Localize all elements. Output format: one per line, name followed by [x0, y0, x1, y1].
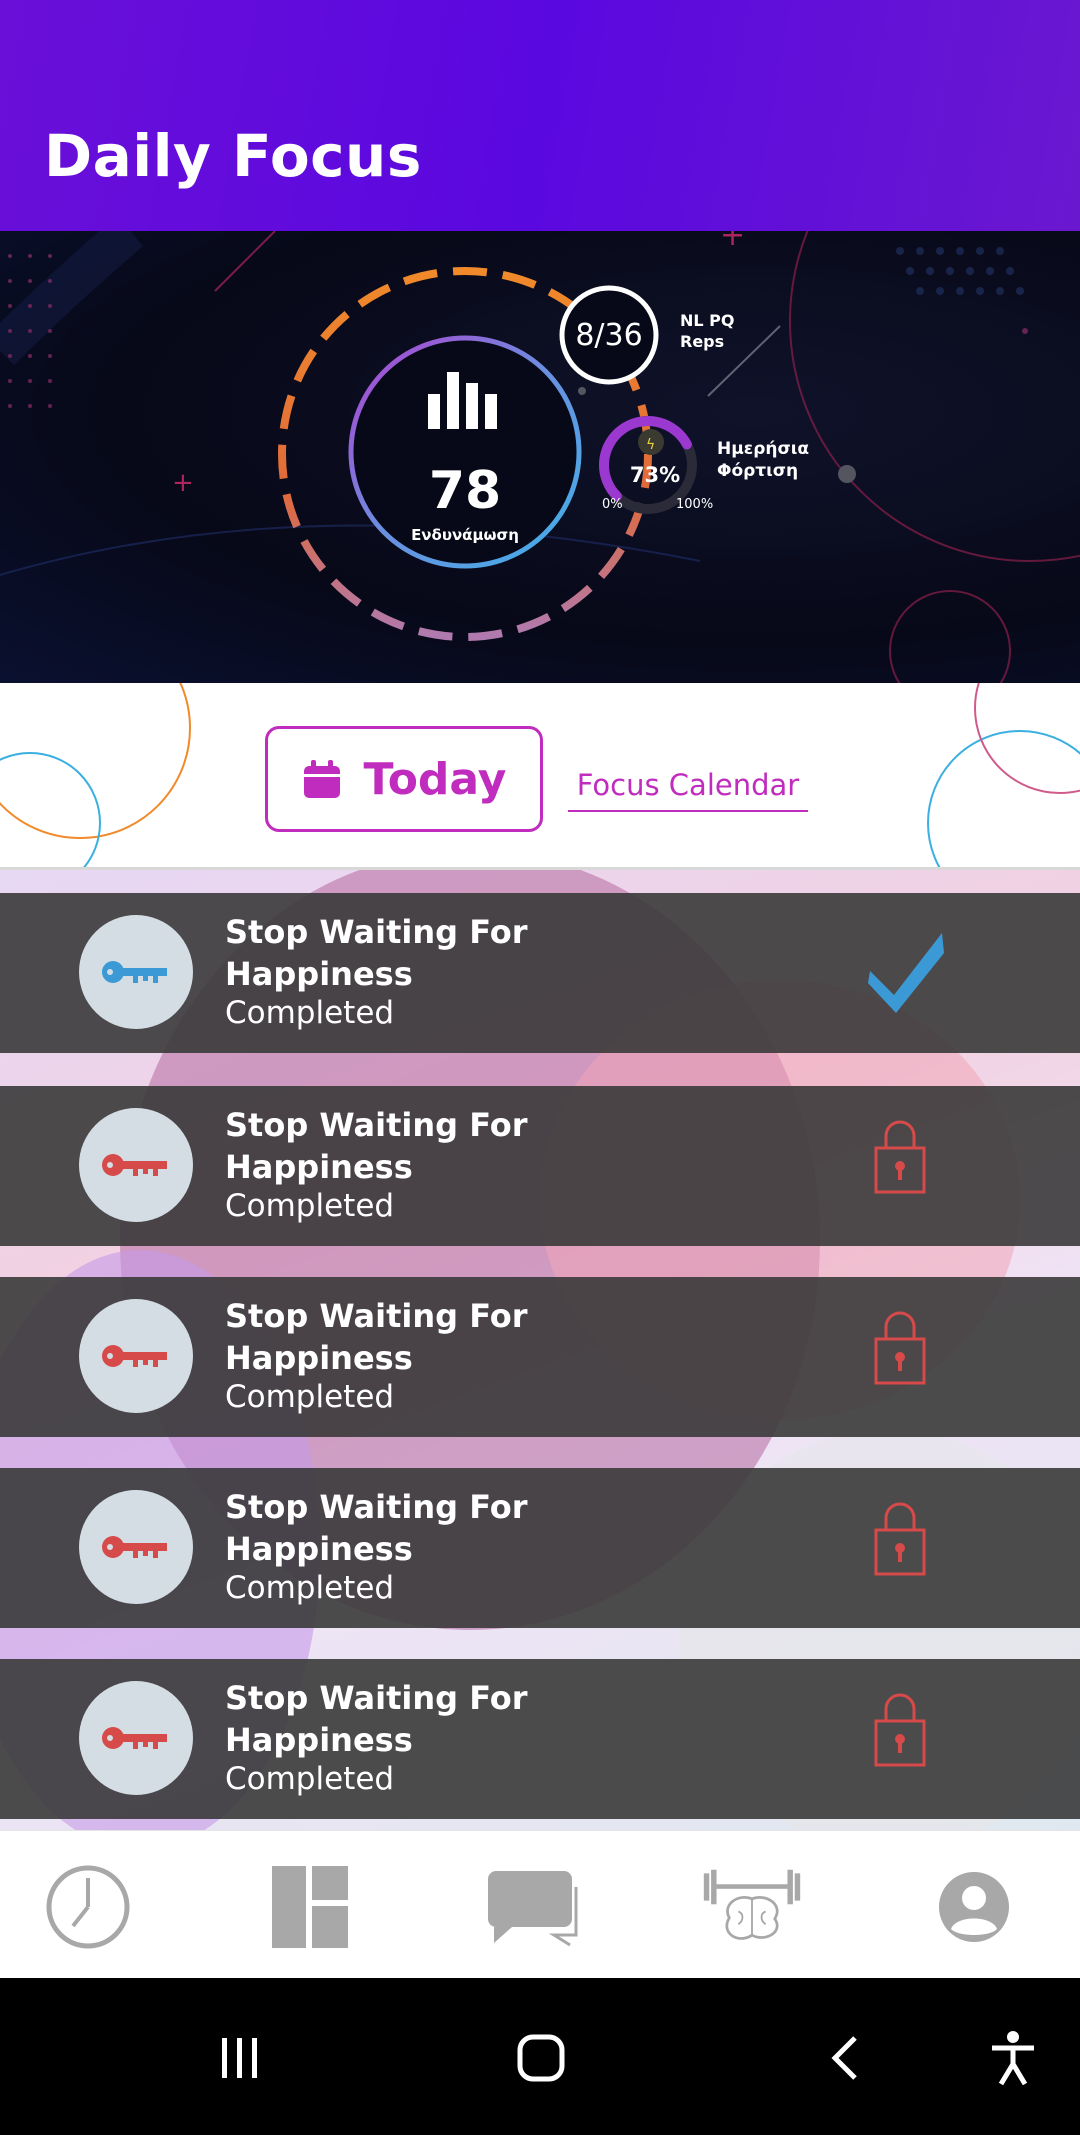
back-button[interactable]	[810, 2028, 880, 2088]
today-label: Today	[363, 753, 507, 805]
load-label-2: Φόρτιση	[717, 461, 799, 481]
item-status: Completed	[225, 995, 395, 1031]
key-badge	[79, 1108, 193, 1222]
key-icon	[102, 1727, 167, 1749]
item-title: Stop Waiting For Happiness	[225, 1679, 528, 1759]
item-status: Completed	[225, 1379, 395, 1415]
item-title: Stop Waiting For Happiness	[225, 1297, 528, 1377]
focus-item[interactable]: Stop Waiting For Happiness Completed	[0, 893, 1080, 1053]
reps-label-2: Reps	[680, 332, 725, 351]
reps-value: 8/36	[575, 318, 643, 353]
nav-chat[interactable]	[482, 1865, 582, 1949]
filter-bar: Today Focus Calendar	[0, 683, 1080, 870]
stats-hero: + + ϟ 78 Ενδυνάμωση 8/36 NL PQ Reps 73% …	[0, 231, 1080, 683]
recent-apps-button[interactable]	[205, 2028, 275, 2088]
key-badge	[79, 1681, 193, 1795]
home-button[interactable]	[506, 2028, 576, 2088]
reps-label-1: NL PQ	[680, 311, 735, 330]
key-icon	[102, 961, 167, 983]
back-icon	[831, 2036, 857, 2080]
strength-label: Ενδυνάμωση	[411, 526, 519, 544]
focus-calendar-link[interactable]: Focus Calendar	[568, 768, 808, 812]
item-title: Stop Waiting For Happiness	[225, 913, 528, 993]
bottom-nav	[0, 1830, 1080, 1978]
home-icon	[517, 2034, 565, 2082]
strength-score: 78	[428, 461, 502, 521]
nav-clock[interactable]	[38, 1865, 138, 1949]
checkmark-icon	[860, 923, 950, 1017]
load-min: 0%	[602, 497, 623, 512]
accessibility-icon	[992, 2031, 1034, 2086]
dashboard-icon	[272, 1866, 348, 1948]
key-icon	[102, 1154, 167, 1176]
item-title: Stop Waiting For Happiness	[225, 1488, 528, 1568]
nav-profile[interactable]	[924, 1865, 1024, 1949]
load-max: 100%	[676, 497, 714, 512]
key-icon	[102, 1536, 167, 1558]
item-status: Completed	[225, 1570, 395, 1606]
svg-text:+: +	[720, 231, 745, 253]
page-title: Daily Focus	[44, 122, 422, 190]
stats-graphic: + + ϟ	[0, 231, 1080, 683]
lock-icon	[860, 1307, 930, 1391]
recent-apps-icon	[222, 2038, 257, 2078]
chat-icon	[488, 1871, 578, 1947]
load-label-1: Ημερήσια	[717, 439, 810, 459]
profile-icon	[939, 1872, 1009, 1942]
lock-icon	[860, 1498, 930, 1582]
lock-icon	[860, 1689, 930, 1773]
lock-icon	[860, 1116, 930, 1200]
focus-list: Stop Waiting For Happiness Completed Stop …	[0, 870, 1080, 1830]
nav-brain-training[interactable]	[702, 1865, 802, 1949]
svg-text:+: +	[172, 468, 194, 498]
svg-text:ϟ: ϟ	[646, 437, 655, 453]
key-icon	[102, 1345, 167, 1367]
clock-icon	[46, 1865, 130, 1949]
focus-item[interactable]: Stop Waiting For Happiness Completed	[0, 1468, 1080, 1628]
brain-training-icon	[703, 1869, 801, 1940]
item-title: Stop Waiting For Happiness	[225, 1106, 528, 1186]
key-badge	[79, 1299, 193, 1413]
load-value: 73%	[629, 463, 681, 487]
focus-item[interactable]: Stop Waiting For Happiness Completed	[0, 1277, 1080, 1437]
key-badge	[79, 1490, 193, 1604]
system-nav-bar	[0, 1978, 1080, 2135]
calendar-icon	[303, 760, 340, 798]
app-header: Daily Focus	[0, 0, 1080, 231]
key-badge	[79, 915, 193, 1029]
item-status: Completed	[225, 1188, 395, 1224]
focus-item[interactable]: Stop Waiting For Happiness Completed	[0, 1659, 1080, 1819]
accessibility-button[interactable]	[978, 2028, 1048, 2088]
today-button[interactable]: Today	[265, 726, 543, 832]
nav-dashboard[interactable]	[260, 1865, 360, 1949]
item-status: Completed	[225, 1761, 395, 1797]
focus-item[interactable]: Stop Waiting For Happiness Completed	[0, 1086, 1080, 1246]
